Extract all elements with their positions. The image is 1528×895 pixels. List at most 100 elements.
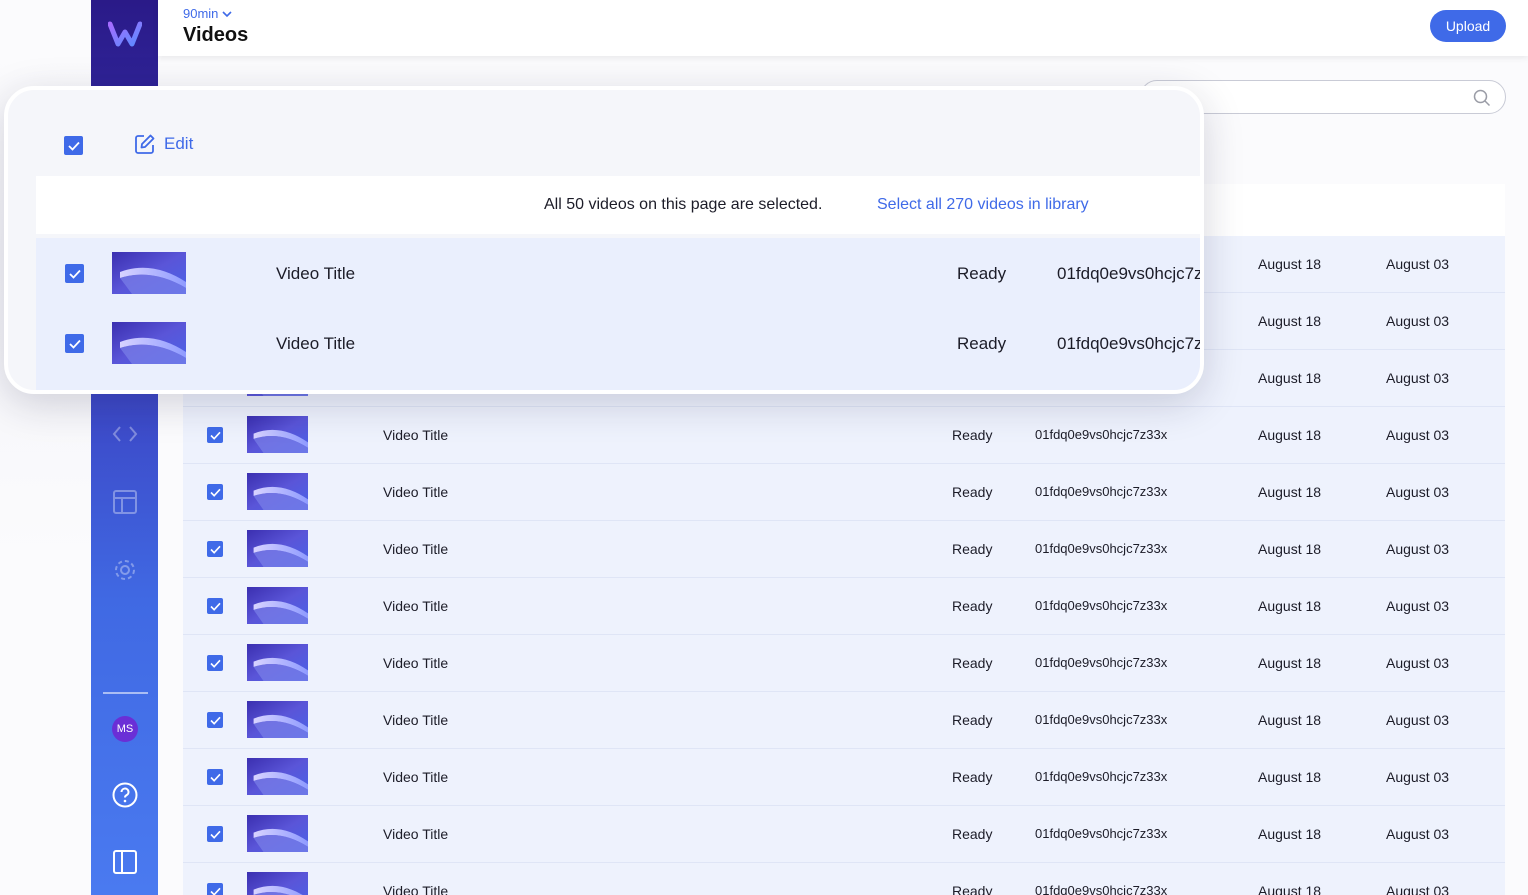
updated-date: August 18 [1258, 313, 1322, 329]
video-thumbnail[interactable] [247, 758, 308, 795]
updated-date: August 18 [1258, 484, 1322, 500]
updated-date: August 18 [1258, 826, 1322, 842]
video-title[interactable]: Video Title [383, 484, 448, 500]
table-row[interactable]: Video Title Ready 01fdq0e9vs0hcjc7z33x Augu… [183, 863, 1505, 895]
video-thumbnail[interactable] [112, 322, 186, 364]
video-id: 01fdq0e9vs0hcjc7z33x [1035, 484, 1168, 499]
upload-button[interactable]: Upload [1430, 10, 1506, 42]
avatar[interactable]: MS [112, 716, 138, 742]
callout-row[interactable]: Video Title Ready 01fdq0e9vs0hcjc7z33x [36, 308, 1203, 379]
updated-date: August 18 [1258, 655, 1322, 671]
gear-icon[interactable] [91, 550, 158, 590]
video-title[interactable]: Video Title [383, 712, 448, 728]
row-checkbox[interactable] [207, 826, 223, 842]
video-thumbnail[interactable] [247, 416, 308, 453]
select-all-library-link[interactable]: Select all 270 videos in library [877, 196, 1089, 214]
layout-icon[interactable] [91, 482, 158, 522]
created-date: August 03 [1386, 883, 1450, 895]
page-title: Videos [183, 24, 249, 46]
row-checkbox[interactable] [207, 427, 223, 443]
row-checkbox[interactable] [207, 541, 223, 557]
selection-message: All 50 videos on this page are selected. [544, 196, 823, 213]
created-date: August 03 [1386, 712, 1450, 728]
help-icon[interactable] [91, 778, 158, 812]
video-status: Ready [957, 334, 1007, 353]
video-id: 01fdq0e9vs0hcjc7z33x [1057, 334, 1203, 353]
updated-date: August 18 [1258, 370, 1322, 386]
table-row[interactable]: Video Title Ready 01fdq0e9vs0hcjc7z33x Augu… [183, 749, 1505, 806]
video-title[interactable]: Video Title [383, 598, 448, 614]
search-icon[interactable] [1473, 89, 1491, 112]
video-status: Ready [952, 712, 993, 728]
video-title[interactable]: Video Title [383, 427, 448, 443]
table-row[interactable]: Video Title Ready 01fdq0e9vs0hcjc7z33x Augu… [183, 464, 1505, 521]
video-thumbnail[interactable] [247, 530, 308, 567]
created-date: August 03 [1386, 313, 1450, 329]
table-row[interactable]: Video Title Ready 01fdq0e9vs0hcjc7z33x Augu… [183, 521, 1505, 578]
video-thumbnail[interactable] [247, 815, 308, 852]
video-title[interactable]: Video Title [276, 334, 355, 354]
video-title[interactable]: Video Title [276, 264, 355, 284]
video-id: 01fdq0e9vs0hcjc7z33x [1035, 769, 1168, 784]
callout-row[interactable]: Video Title Ready 01fdq0e9vs0hcjc7z33x [36, 238, 1203, 309]
created-date: August 03 [1386, 427, 1450, 443]
edit-button[interactable]: Edit [134, 133, 193, 155]
video-title[interactable]: Video Title [383, 541, 448, 557]
updated-date: August 18 [1258, 712, 1322, 728]
video-id: 01fdq0e9vs0hcjc7z33x [1057, 264, 1203, 283]
table-row[interactable]: Video Title Ready 01fdq0e9vs0hcjc7z33x Augu… [183, 806, 1505, 863]
video-id: 01fdq0e9vs0hcjc7z33x [1035, 598, 1168, 613]
row-checkbox[interactable] [207, 655, 223, 671]
row-checkbox[interactable] [207, 883, 223, 895]
video-title[interactable]: Video Title [383, 826, 448, 842]
created-date: August 03 [1386, 769, 1450, 785]
table-row[interactable]: Video Title Ready 01fdq0e9vs0hcjc7z33x Augu… [183, 578, 1505, 635]
code-icon[interactable] [91, 414, 158, 454]
video-title[interactable]: Video Title [383, 655, 448, 671]
video-id: 01fdq0e9vs0hcjc7z33x [1035, 712, 1168, 727]
table-row[interactable]: Video Title Ready 01fdq0e9vs0hcjc7z33x Augu… [183, 692, 1505, 749]
row-checkbox[interactable] [207, 712, 223, 728]
video-id: 01fdq0e9vs0hcjc7z33x [1035, 427, 1168, 442]
updated-date: August 18 [1258, 256, 1322, 272]
created-date: August 03 [1386, 541, 1450, 557]
video-thumbnail[interactable] [112, 252, 186, 294]
select-all-checkbox[interactable] [64, 136, 83, 155]
table-row[interactable]: Video Title Ready 01fdq0e9vs0hcjc7z33x Augu… [183, 407, 1505, 464]
sidebar-divider [103, 692, 148, 694]
workspace-selector[interactable]: 90min [183, 6, 232, 21]
bulk-selection-callout: Edit All 50 videos on this page are sele… [4, 86, 1204, 394]
created-date: August 03 [1386, 370, 1450, 386]
row-checkbox[interactable] [207, 484, 223, 500]
table-row[interactable]: Video Title Ready 01fdq0e9vs0hcjc7z33x Augu… [183, 635, 1505, 692]
video-status: Ready [952, 427, 993, 443]
video-status: Ready [952, 598, 993, 614]
selection-banner: All 50 videos on this page are selected.… [36, 176, 1200, 234]
video-title[interactable]: Video Title [383, 769, 448, 785]
workspace-name: 90min [183, 6, 219, 21]
panel-toggle-icon[interactable] [91, 845, 158, 879]
video-thumbnail[interactable] [247, 872, 308, 895]
video-id: 01fdq0e9vs0hcjc7z33x [1035, 826, 1168, 841]
logo[interactable] [91, 0, 158, 68]
row-checkbox[interactable] [207, 769, 223, 785]
edit-label: Edit [164, 134, 194, 153]
chevron-down-icon [222, 10, 232, 17]
row-checkbox[interactable] [65, 264, 84, 283]
video-id: 01fdq0e9vs0hcjc7z33x [1035, 883, 1168, 895]
updated-date: August 18 [1258, 427, 1322, 443]
created-date: August 03 [1386, 598, 1450, 614]
updated-date: August 18 [1258, 769, 1322, 785]
created-date: August 03 [1386, 826, 1450, 842]
video-title[interactable]: Video Title [383, 883, 448, 895]
created-date: August 03 [1386, 256, 1450, 272]
row-checkbox[interactable] [207, 598, 223, 614]
video-thumbnail[interactable] [247, 473, 308, 510]
video-status: Ready [952, 883, 993, 895]
video-thumbnail[interactable] [247, 587, 308, 624]
video-thumbnail[interactable] [247, 644, 308, 681]
video-thumbnail[interactable] [247, 701, 308, 738]
app: MS 90min Videos Upload h Video TitleRead… [0, 0, 1528, 895]
video-status: Ready [957, 264, 1007, 283]
row-checkbox[interactable] [65, 334, 84, 353]
